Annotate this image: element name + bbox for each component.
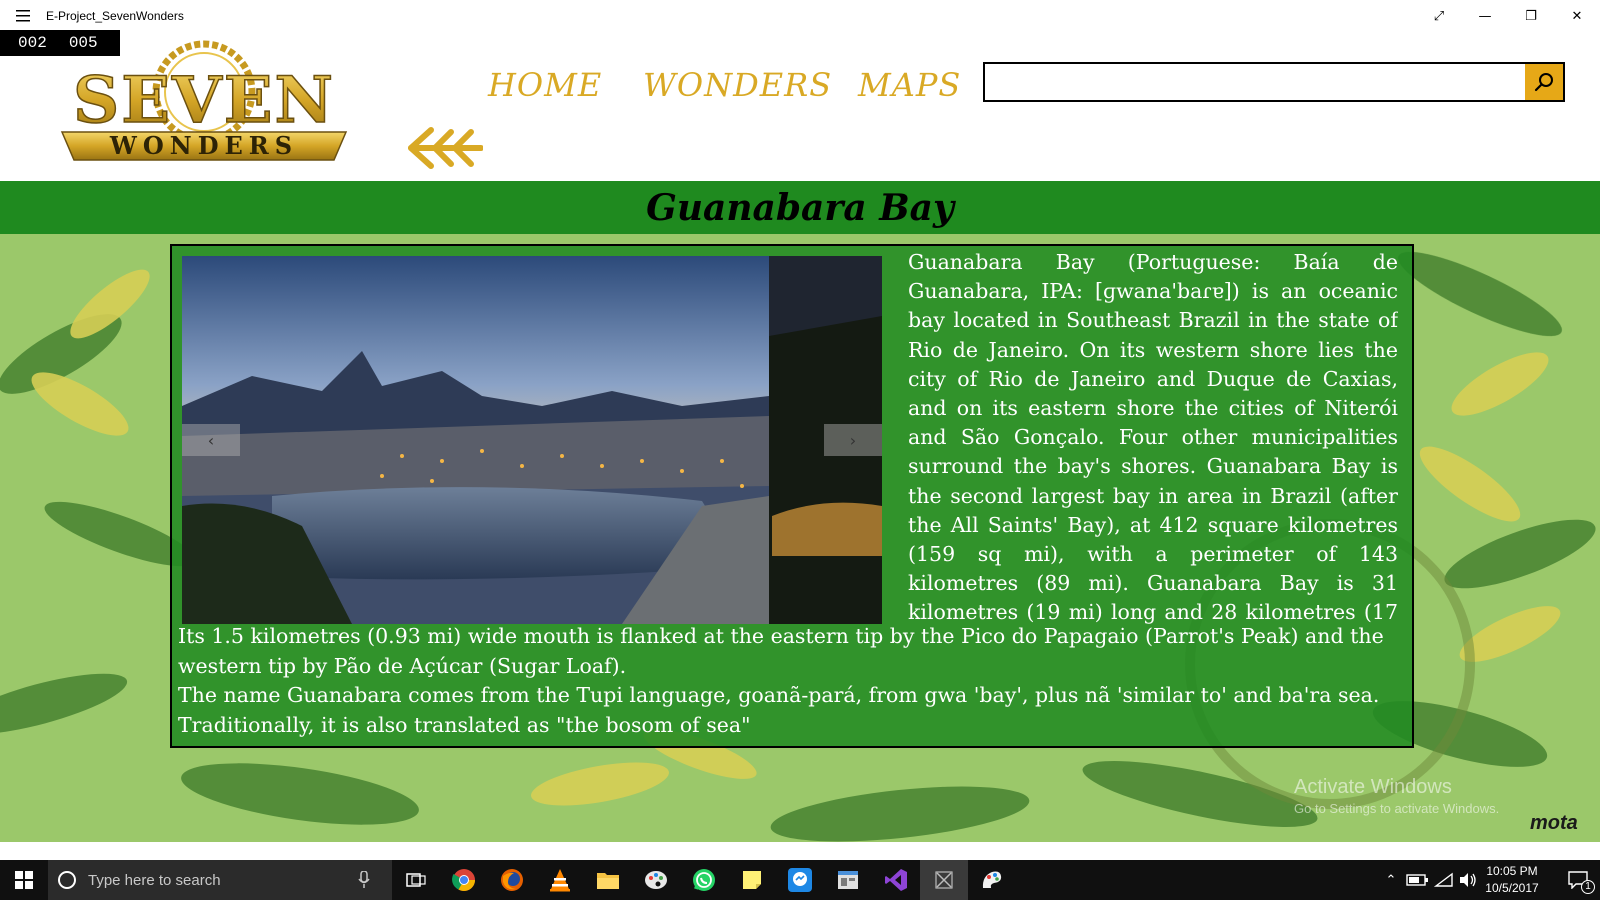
- logo-line1: SEVEN: [73, 63, 335, 138]
- counter-right: 005: [68, 34, 98, 52]
- firefox-icon[interactable]: [488, 860, 536, 900]
- paint-icon[interactable]: [632, 860, 680, 900]
- active-app-icon[interactable]: [920, 860, 968, 900]
- task-view-icon[interactable]: [392, 860, 440, 900]
- window-titlebar: E-Project_SevenWonders ⤢ — ❐ ✕: [0, 0, 1600, 32]
- nav-maps-link[interactable]: MAPS: [858, 66, 978, 104]
- search-box: [983, 62, 1565, 102]
- clock-time: 10:05 PM: [1486, 864, 1538, 878]
- microphone-icon[interactable]: [358, 871, 370, 889]
- close-icon[interactable]: ✕: [1554, 0, 1600, 32]
- cortana-icon: [58, 871, 76, 889]
- carousel-prev-button[interactable]: ‹: [182, 424, 240, 456]
- action-center-icon[interactable]: 1: [1556, 860, 1600, 900]
- watermark-subtitle: Go to Settings to activate Windows.: [1294, 801, 1500, 816]
- restore-icon[interactable]: ❐: [1508, 0, 1554, 32]
- window-controls: ⤢ — ❐ ✕: [1416, 0, 1600, 32]
- description-paragraph-2: Its 1.5 kilometres (0.93 mi) wide mouth …: [178, 624, 1384, 678]
- taskbar-clock[interactable]: 10:05 PM 10/5/2017: [1472, 863, 1552, 897]
- search-icon: [1534, 73, 1553, 92]
- seven-wonders-logo[interactable]: SEVEN WONDERS: [54, 40, 354, 168]
- description-paragraph-3: The name Guanabara comes from the Tupi l…: [178, 683, 1380, 737]
- nav-home-link[interactable]: HOME: [488, 66, 608, 104]
- messenger-icon[interactable]: [776, 860, 824, 900]
- search-input[interactable]: [985, 64, 1525, 100]
- frame-counter: 002 005: [0, 30, 120, 56]
- taskbar: Type here to search ⌃ 10:05 PM 10/5/2017…: [0, 860, 1600, 900]
- sticky-notes-icon[interactable]: [728, 860, 776, 900]
- description-paragraph-1: Guanabara Bay (Portuguese: Baía de Guana…: [908, 250, 1398, 625]
- notification-count: 1: [1581, 880, 1595, 894]
- start-button[interactable]: [0, 860, 48, 900]
- taskbar-search-box[interactable]: Type here to search: [48, 860, 392, 900]
- title-band: Guanabara Bay: [0, 181, 1600, 234]
- chevron-up-icon[interactable]: ⌃: [1380, 872, 1402, 888]
- battery-icon[interactable]: [1406, 873, 1430, 887]
- app-header: SEVEN WONDERS HOME WONDERS MAPS: [0, 32, 1600, 181]
- clock-date: 10/5/2017: [1485, 881, 1539, 895]
- system-tray: ⌃: [1380, 860, 1478, 900]
- file-explorer-icon[interactable]: [584, 860, 632, 900]
- window-app-icon[interactable]: [824, 860, 872, 900]
- content-panel: ‹ › Guanabara Bay (Portuguese: Baía de G…: [170, 244, 1414, 748]
- back-arrow-icon[interactable]: [405, 125, 483, 171]
- whatsapp-icon[interactable]: [680, 860, 728, 900]
- wifi-icon[interactable]: [1434, 872, 1454, 888]
- image-carousel[interactable]: ‹ ›: [182, 256, 882, 624]
- window-title: E-Project_SevenWonders: [46, 9, 184, 23]
- page-title: Guanabara Bay: [646, 186, 954, 229]
- counter-left: 002: [18, 34, 47, 52]
- chrome-icon[interactable]: [440, 860, 488, 900]
- vlc-icon[interactable]: [536, 860, 584, 900]
- minimize-icon[interactable]: —: [1462, 0, 1508, 32]
- nav-wonders-link[interactable]: WONDERS: [643, 66, 831, 104]
- guanabara-bay-photo: [182, 256, 882, 624]
- hamburger-icon[interactable]: [0, 0, 46, 32]
- taskbar-search-placeholder: Type here to search: [88, 871, 221, 889]
- carousel-next-button[interactable]: ›: [824, 424, 882, 456]
- logo-line2: WONDERS: [109, 131, 298, 160]
- bottom-strip: [0, 842, 1600, 860]
- windows-logo-icon: [15, 871, 33, 889]
- activation-watermark: Activate Windows Go to Settings to activ…: [1294, 776, 1499, 816]
- visual-studio-icon[interactable]: [872, 860, 920, 900]
- watermark-title: Activate Windows: [1294, 776, 1452, 798]
- search-button[interactable]: [1525, 64, 1563, 100]
- fullscreen-icon[interactable]: ⤢: [1416, 0, 1462, 32]
- brand-mark: mota: [1530, 812, 1578, 834]
- paint3d-icon[interactable]: [968, 860, 1016, 900]
